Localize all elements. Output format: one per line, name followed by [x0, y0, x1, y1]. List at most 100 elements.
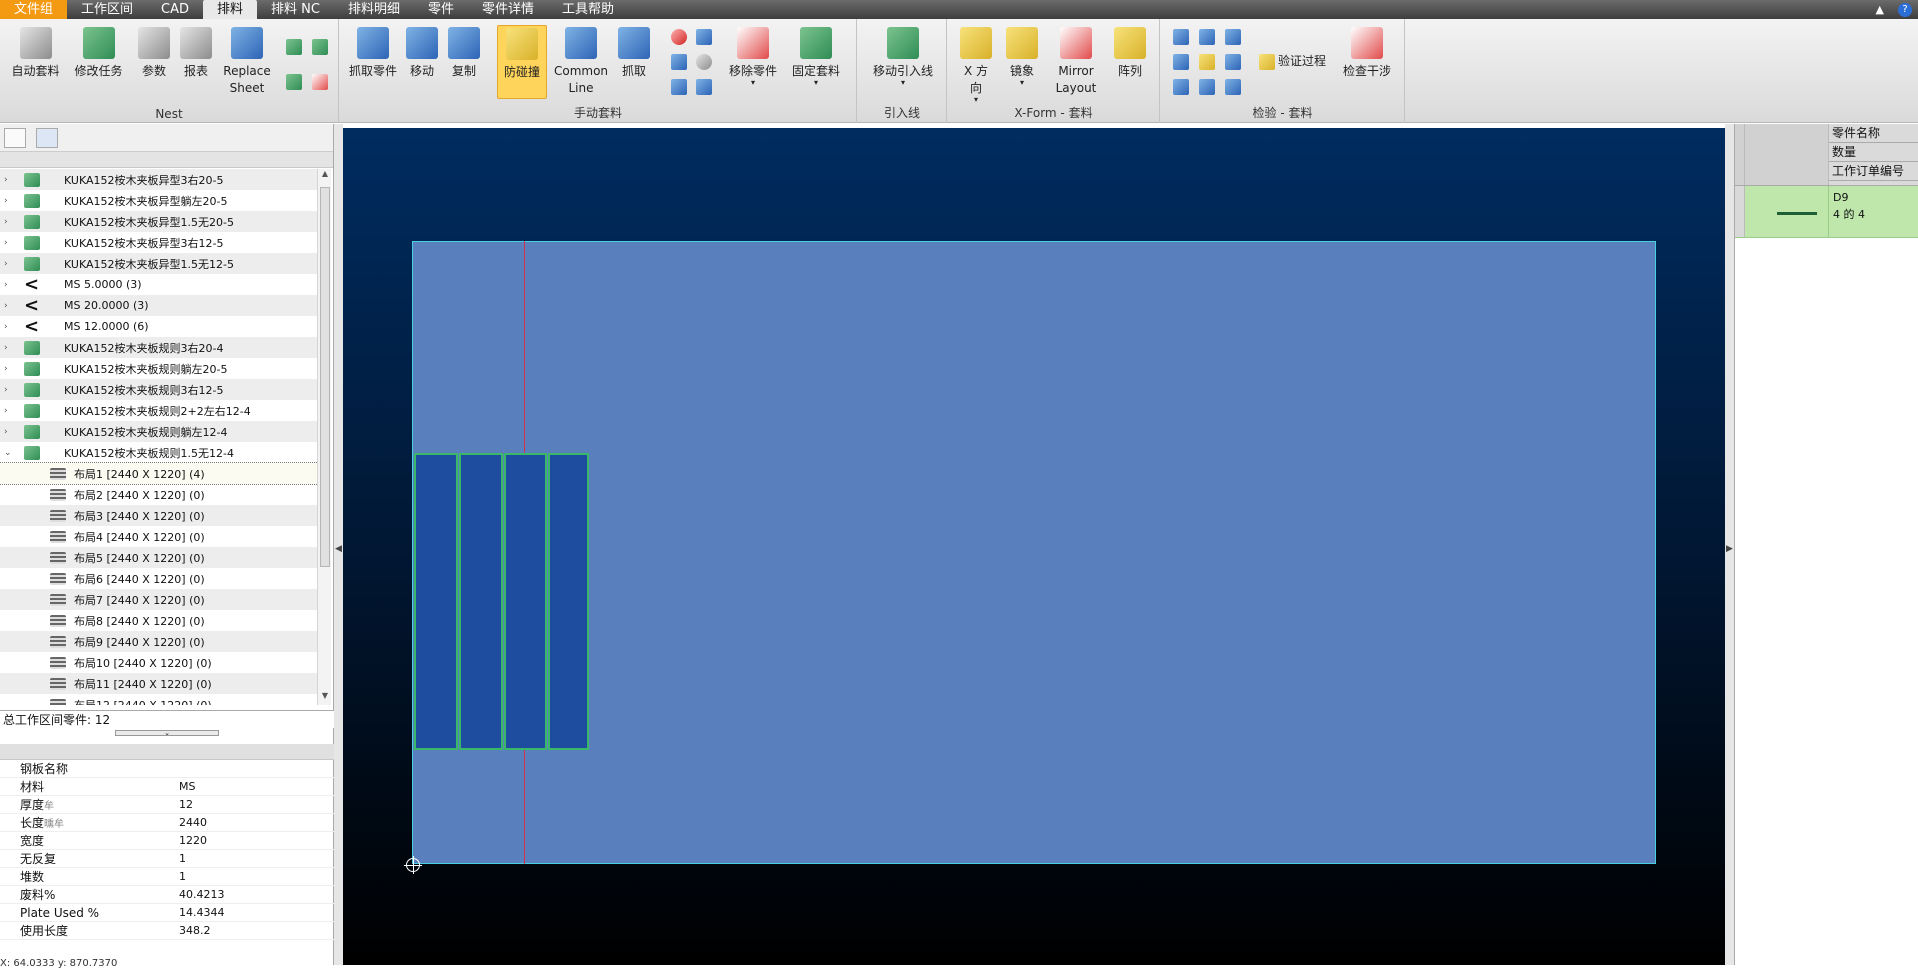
expand-toggle-icon[interactable]: ›: [4, 427, 14, 437]
check-tool-icon[interactable]: [1225, 79, 1241, 95]
grab-button[interactable]: 抓取: [614, 27, 654, 80]
move-leadin-button[interactable]: 移动引入线 ▾: [872, 27, 934, 87]
pin-icon[interactable]: [671, 29, 687, 45]
nested-part[interactable]: [414, 453, 458, 750]
small-check-icon[interactable]: [312, 74, 328, 90]
property-value[interactable]: 348.2: [177, 924, 211, 937]
tree-item[interactable]: 布局9 [2440 X 1220] (0): [0, 631, 318, 652]
tab-nest[interactable]: 排料: [203, 0, 258, 19]
tree-item[interactable]: › < MS 12.0000 (6): [0, 316, 318, 337]
tree-item[interactable]: 布局7 [2440 X 1220] (0): [0, 589, 318, 610]
check-tool-icon[interactable]: [1199, 29, 1215, 45]
tab-part-details[interactable]: 零件详情: [468, 0, 548, 19]
property-row[interactable]: 长度曛牟 2440: [0, 814, 334, 832]
tree-item[interactable]: 布局6 [2440 X 1220] (0): [0, 568, 318, 589]
label-icon[interactable]: [696, 29, 712, 45]
verify-process-button[interactable]: 验证过程: [1259, 53, 1331, 70]
tab-nest-nc[interactable]: 排料 NC: [257, 0, 334, 19]
tree-scrollbar[interactable]: ▲ ▼: [317, 169, 331, 705]
mirror-button[interactable]: 镜象 ▾: [1002, 27, 1042, 87]
scroll-down-icon[interactable]: ▼: [318, 691, 332, 705]
undo-icon[interactable]: [696, 79, 712, 95]
tab-file[interactable]: 文件组: [0, 0, 68, 19]
replace-sheet-button[interactable]: Replace Sheet: [218, 27, 276, 97]
check-tool-icon[interactable]: [1173, 79, 1189, 95]
right-collapse-handle[interactable]: ▶: [1725, 124, 1734, 965]
remove-part-button[interactable]: 移除零件 ▾: [725, 27, 781, 87]
property-value[interactable]: 1: [177, 852, 186, 865]
tab-nest-detail[interactable]: 排料明细: [334, 0, 414, 19]
parameters-button[interactable]: 参数: [134, 27, 174, 80]
tree-item[interactable]: 布局1 [2440 X 1220] (4): [0, 462, 318, 485]
expand-toggle-icon[interactable]: ›: [4, 406, 14, 416]
check-tool-icon[interactable]: [1173, 54, 1189, 70]
col-quantity[interactable]: 数量: [1829, 143, 1918, 162]
list-view-tab-icon[interactable]: [36, 128, 58, 148]
property-value[interactable]: 40.4213: [177, 888, 225, 901]
check-tool-icon[interactable]: [1199, 79, 1215, 95]
array-button[interactable]: 阵列: [1110, 27, 1150, 80]
small-tool-icon[interactable]: [286, 39, 302, 55]
property-row[interactable]: 堆数 1: [0, 868, 334, 886]
tree-view-tab-icon[interactable]: [4, 128, 26, 148]
sheet-plate[interactable]: [412, 241, 1656, 864]
tree-item[interactable]: › KUKA152桉木夹板规则躺左20-5: [0, 358, 318, 379]
fix-nest-button[interactable]: 固定套料 ▾: [788, 27, 844, 87]
nest-canvas[interactable]: [343, 128, 1725, 965]
expand-toggle-icon[interactable]: ›: [4, 322, 14, 332]
left-collapse-handle[interactable]: ◀: [334, 124, 343, 965]
tree-item[interactable]: › KUKA152桉木夹板规则3右20-4: [0, 337, 318, 358]
expand-toggle-icon[interactable]: ⌄: [4, 448, 14, 458]
x-direction-button[interactable]: X 方向 ▾: [954, 27, 998, 104]
property-value[interactable]: 14.4344: [177, 906, 225, 919]
table-row[interactable]: D9 4 的 4: [1735, 186, 1918, 238]
tree-item[interactable]: › KUKA152桉木夹板规则2+2左右12-4: [0, 400, 318, 421]
tree-item[interactable]: › KUKA152桉木夹板异型1.5无20-5: [0, 211, 318, 232]
tree-item[interactable]: › KUKA152桉木夹板异型躺左20-5: [0, 190, 318, 211]
chart-icon[interactable]: [671, 54, 687, 70]
tree-item[interactable]: 布局8 [2440 X 1220] (0): [0, 610, 318, 631]
property-row[interactable]: 钢板名称: [0, 760, 334, 778]
expand-toggle-icon[interactable]: ›: [4, 196, 14, 206]
property-row[interactable]: 宽度 1220: [0, 832, 334, 850]
expand-toggle-icon[interactable]: ›: [4, 238, 14, 248]
tree-item[interactable]: 布局11 [2440 X 1220] (0): [0, 673, 318, 694]
check-tool-icon[interactable]: [1225, 29, 1241, 45]
tree-item[interactable]: ⌄ KUKA152桉木夹板规则1.5无12-4: [0, 442, 318, 463]
check-tool-icon[interactable]: [1173, 29, 1189, 45]
small-check-icon[interactable]: [286, 74, 302, 90]
nested-part[interactable]: [548, 453, 589, 750]
scroll-thumb[interactable]: [320, 187, 330, 567]
tree-item[interactable]: › KUKA152桉木夹板规则3右12-5: [0, 379, 318, 400]
scroll-up-icon[interactable]: ▲: [318, 169, 332, 183]
panel-splitter[interactable]: ⌄: [115, 730, 219, 737]
expand-toggle-icon[interactable]: ›: [4, 343, 14, 353]
anti-collision-button[interactable]: 防碰撞: [497, 25, 547, 99]
expand-toggle-icon[interactable]: ›: [4, 175, 14, 185]
expand-toggle-icon[interactable]: ›: [4, 364, 14, 374]
copy-button[interactable]: 复制: [444, 27, 484, 80]
link-icon[interactable]: [671, 79, 687, 95]
tab-parts[interactable]: 零件: [414, 0, 468, 19]
report-button[interactable]: 报表: [176, 27, 216, 80]
tree-item[interactable]: 布局5 [2440 X 1220] (0): [0, 547, 318, 568]
collapse-ribbon-icon[interactable]: ▲: [1876, 3, 1884, 16]
tree-item[interactable]: 布局4 [2440 X 1220] (0): [0, 526, 318, 547]
target-icon[interactable]: [696, 54, 712, 70]
property-value[interactable]: 1: [177, 870, 186, 883]
tab-cad[interactable]: CAD: [147, 0, 203, 19]
property-value[interactable]: 2440: [177, 816, 207, 829]
tree-item[interactable]: 布局3 [2440 X 1220] (0): [0, 505, 318, 526]
nested-part[interactable]: [504, 453, 547, 750]
modify-task-button[interactable]: 修改任务: [71, 27, 126, 80]
check-interference-button[interactable]: 检查干涉: [1337, 27, 1397, 80]
expand-toggle-icon[interactable]: ›: [4, 259, 14, 269]
property-value[interactable]: MS: [177, 780, 195, 793]
tree-item[interactable]: › KUKA152桉木夹板异型3右12-5: [0, 232, 318, 253]
property-row[interactable]: Plate Used % 14.4344: [0, 904, 334, 922]
tree-item[interactable]: › KUKA152桉木夹板规则躺左12-4: [0, 421, 318, 442]
property-value[interactable]: 1220: [177, 834, 207, 847]
mirror-layout-button[interactable]: Mirror Layout: [1048, 27, 1104, 97]
tree-item[interactable]: 布局2 [2440 X 1220] (0): [0, 484, 318, 505]
small-tool-icon[interactable]: [312, 39, 328, 55]
